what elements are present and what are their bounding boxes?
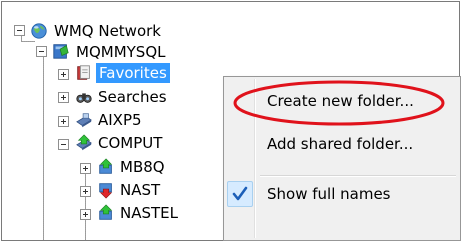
collapse-toggle-mqmmysql[interactable] [36,46,47,57]
tree-item-aixp5[interactable]: AIXP5 [98,110,142,130]
highlight-annotation-oval [233,80,445,126]
tree-item-favorites[interactable]: Favorites [96,63,170,83]
expand-toggle-nast[interactable] [80,186,91,197]
computer-node-icon [76,113,92,128]
queue-manager-green-icon [99,158,113,174]
globe-icon [31,23,47,39]
queue-manager-red-icon [99,183,113,199]
menu-item-add-shared-folder[interactable]: Add shared folder... [267,133,413,155]
expand-toggle-searches[interactable] [58,92,69,103]
tree-item-mqmmysql[interactable]: MQMMYSQL [76,42,165,62]
expand-toggle-favorites[interactable] [58,69,69,80]
tree-item-mb8q[interactable]: MB8Q [120,157,165,177]
collapse-toggle-comput[interactable] [58,139,69,150]
menu-item-show-full-names[interactable]: Show full names [267,183,391,205]
menu-separator [260,175,456,177]
expand-toggle-nastel[interactable] [80,209,91,220]
menu-check-indicator [227,181,253,207]
expand-toggle-mb8q[interactable] [80,163,91,174]
collapse-toggle-wmq-network[interactable] [14,25,25,36]
queue-manager-green-icon [99,204,113,220]
checkmark-icon [232,186,248,201]
searches-binoculars-icon [76,93,92,103]
queue-manager-icon [53,44,69,59]
tree-item-nastel[interactable]: NASTEL [120,203,178,223]
tree-item-nast[interactable]: NAST [120,180,160,200]
tree-connector [85,172,86,240]
tree-connector [43,50,44,240]
computer-node-green-icon [76,134,92,151]
tree-connector [21,41,35,42]
tree-item-searches[interactable]: Searches [98,87,167,107]
tree-item-wmq-network[interactable]: WMQ Network [54,21,161,41]
tree-item-comput[interactable]: COMPUT [98,133,162,153]
favorites-folder-icon [77,65,90,80]
expand-toggle-aixp5[interactable] [58,116,69,127]
